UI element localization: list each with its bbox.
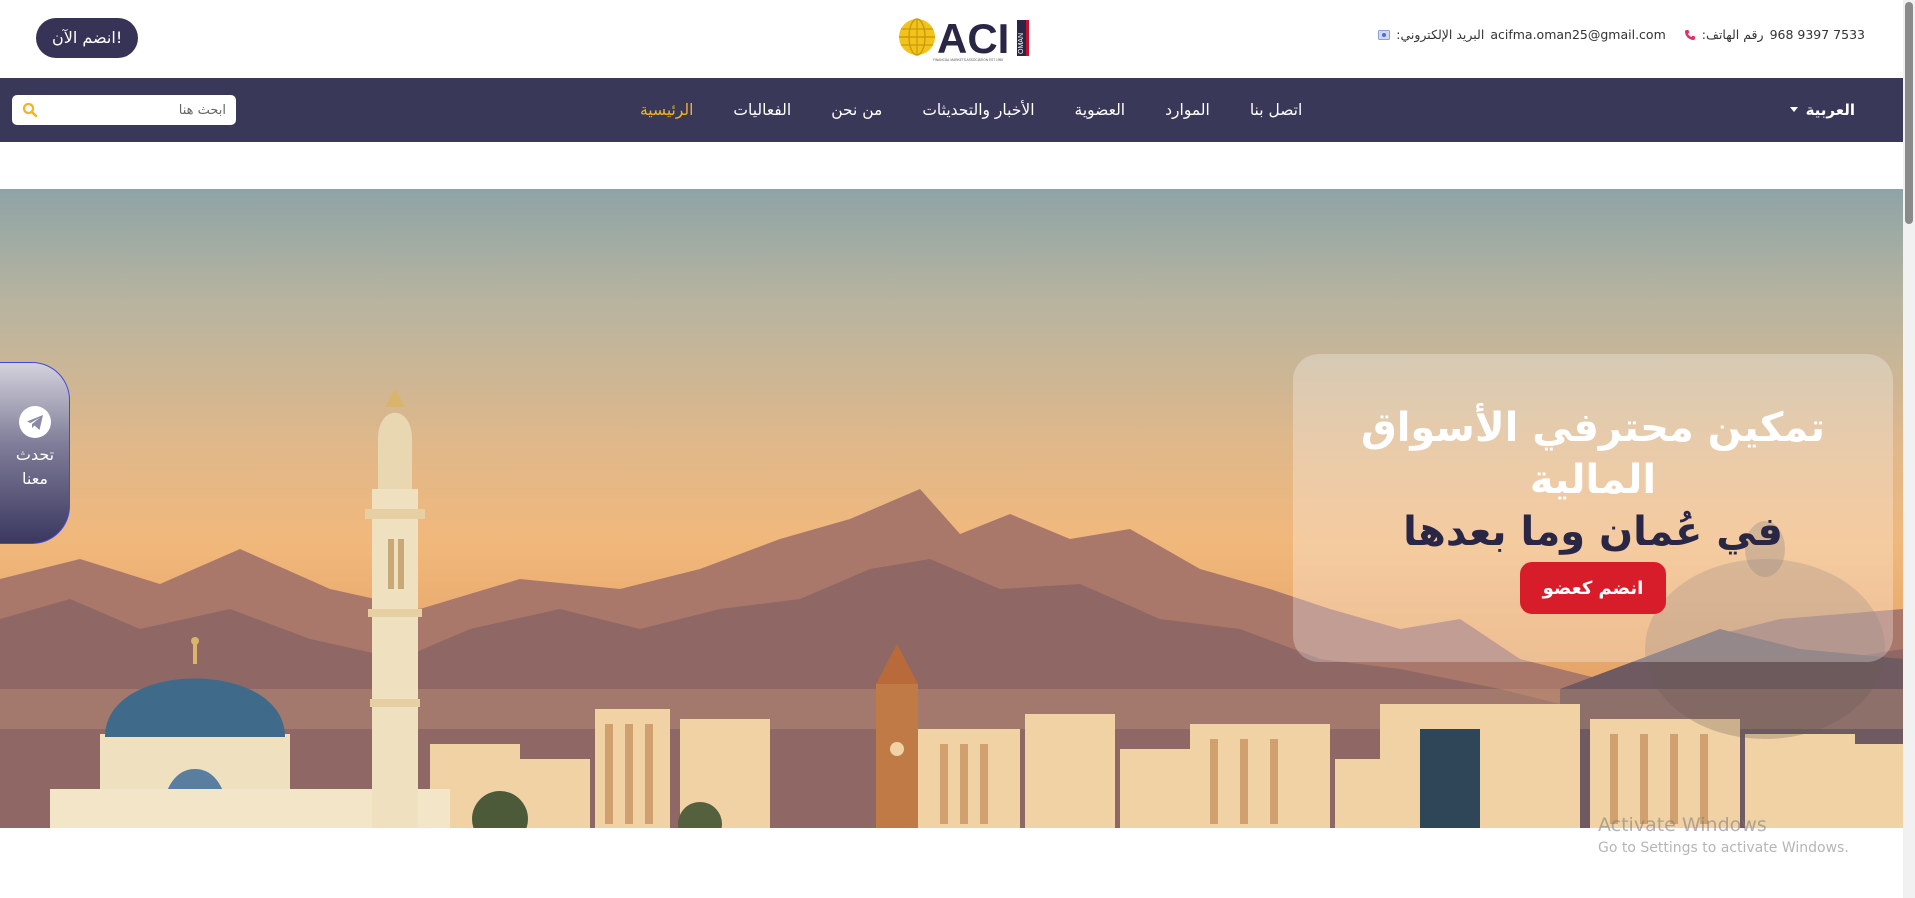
svg-text:OMAN: OMAN [1018,33,1025,54]
phone-icon [1684,29,1695,40]
chat-with-us-tab[interactable]: تحدث معنا [0,362,70,544]
windows-activation-watermark: Activate Windows Go to Settings to activ… [1598,814,1849,858]
join-member-button[interactable]: انضم كعضو [1520,562,1666,614]
globe-icon: ACI OMAN FINANCIAL MARKETS ASSOCIATION E… [899,15,1029,62]
scrollbar-thumb[interactable] [1905,2,1913,224]
phone-label: رقم الهاتف: [1701,27,1764,42]
search-input[interactable] [46,95,226,125]
chevron-down-icon [1789,107,1798,112]
nav-contact[interactable]: اتصل بنا [1250,101,1302,119]
hero-title: تمكين محترفي الأسواق المالية في عُمان وم… [1293,402,1893,558]
top-bar: انضم الآن! ACI OMAN FINANCIAL MARKETS AS… [0,0,1903,78]
hero-title-line2: في عُمان وما بعدها [1403,509,1783,555]
hero-title-line1: تمكين محترفي الأسواق المالية [1360,405,1826,503]
hero-card: تمكين محترفي الأسواق المالية في عُمان وم… [1293,354,1893,662]
chat-label-line2: معنا [22,469,48,488]
join-now-button[interactable]: انضم الآن! [36,18,139,58]
search-box [12,95,236,125]
nav-events[interactable]: الفعاليات [733,101,791,119]
nav-news[interactable]: الأخبار والتحديثات [922,101,1034,119]
search-icon[interactable] [22,102,38,118]
email-contact[interactable]: البريد الإلكتروني: acifma.oman25@gmail.c… [1378,27,1666,42]
nav-membership[interactable]: العضوية [1075,101,1126,119]
watermark-line1: Activate Windows [1598,814,1767,836]
telegram-icon [19,406,51,438]
svg-text:FINANCIAL MARKETS ASSOCIATION: FINANCIAL MARKETS ASSOCIATION EST 1955 [933,58,1003,62]
svg-text:ACI: ACI [937,15,1009,62]
language-label: العربية [1805,101,1855,119]
aci-oman-logo[interactable]: ACI OMAN FINANCIAL MARKETS ASSOCIATION E… [895,14,1035,64]
vertical-scrollbar[interactable] [1903,0,1915,898]
phone-value: 968 9397 7533 [1769,27,1865,42]
main-navbar: الرئيسية الفعاليات من نحن الأخبار والتحد… [0,78,1903,142]
nav-resources[interactable]: الموارد [1165,101,1210,119]
hero-banner: تمكين محترفي الأسواق المالية في عُمان وم… [0,189,1903,828]
email-value: acifma.oman25@gmail.com [1490,27,1666,42]
language-selector[interactable]: العربية [1789,78,1855,142]
phone-contact[interactable]: رقم الهاتف: 968 9397 7533 [1684,27,1865,42]
nav-about[interactable]: من نحن [831,101,882,119]
chat-label: تحدث معنا [0,443,70,491]
chat-label-line1: تحدث [15,445,55,464]
contact-info: رقم الهاتف: 968 9397 7533 البريد الإلكتر… [1378,27,1865,42]
watermark-line2: Go to Settings to activate Windows. [1598,840,1849,856]
nav-home[interactable]: الرئيسية [640,101,693,119]
nav-links: الرئيسية الفعاليات من نحن الأخبار والتحد… [640,78,1302,142]
mail-icon [1378,29,1391,40]
email-label: البريد الإلكتروني: [1396,27,1485,42]
